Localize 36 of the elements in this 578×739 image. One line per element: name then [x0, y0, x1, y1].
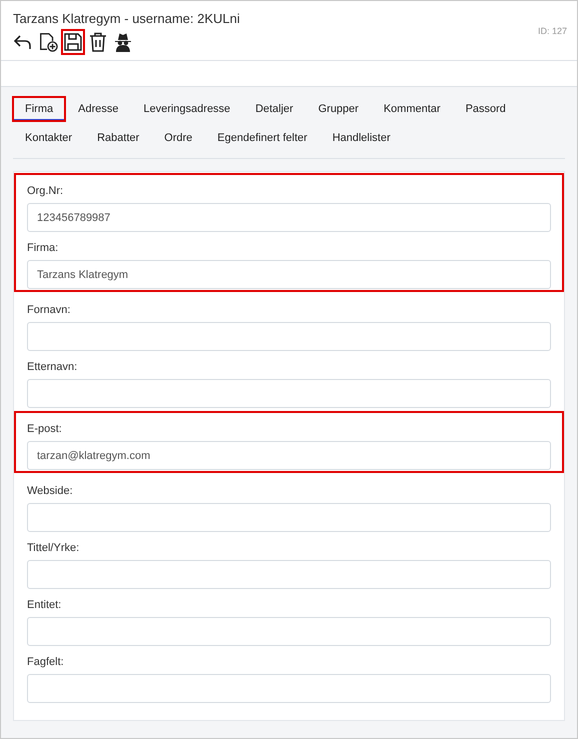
page-title: Tarzans Klatregym - username: 2KULni: [13, 11, 240, 26]
tab[interactable]: Handlelister: [320, 126, 402, 150]
input-field[interactable]: [27, 503, 551, 532]
tab[interactable]: Kommentar: [372, 96, 452, 120]
field-label: Org.Nr:: [27, 185, 64, 197]
tab[interactable]: Ordre: [152, 126, 204, 150]
incognito-icon[interactable]: [113, 31, 133, 53]
input-field[interactable]: tarzan@klatregym.com: [27, 441, 551, 470]
tab[interactable]: Egendefinert felter: [205, 126, 320, 150]
field-label: Firma:: [27, 242, 60, 254]
field-label: Entitet:: [27, 599, 62, 611]
tab[interactable]: Detaljer: [243, 96, 306, 120]
tab[interactable]: Grupper: [306, 96, 371, 120]
field-label: Etternavn:: [27, 361, 78, 373]
field-label: Webside:: [27, 485, 74, 497]
record-id: ID: 127: [538, 26, 567, 36]
input-field[interactable]: [27, 560, 551, 589]
field-label: Fornavn:: [27, 304, 72, 316]
input-field[interactable]: [27, 322, 551, 351]
tab[interactable]: Passord: [453, 96, 518, 120]
tab[interactable]: Adresse: [66, 96, 130, 120]
tab[interactable]: Leveringsadresse: [131, 96, 242, 120]
tab[interactable]: Rabatter: [85, 126, 152, 150]
input-field[interactable]: [27, 379, 551, 408]
field-label: Fagfelt:: [27, 656, 65, 668]
tab[interactable]: Kontakter: [13, 126, 84, 150]
field-label: Tittel/Yrke:: [27, 542, 80, 554]
input-field[interactable]: [27, 674, 551, 703]
input-field[interactable]: [27, 617, 551, 646]
tab[interactable]: Firma: [13, 96, 66, 120]
input-field[interactable]: 123456789987: [27, 203, 551, 232]
field-label: E-post:: [27, 423, 63, 435]
new-document-icon[interactable]: [38, 31, 58, 53]
save-icon[interactable]: [63, 31, 83, 53]
trash-icon[interactable]: [88, 31, 108, 53]
input-field[interactable]: Tarzans Klatregym: [27, 260, 551, 289]
